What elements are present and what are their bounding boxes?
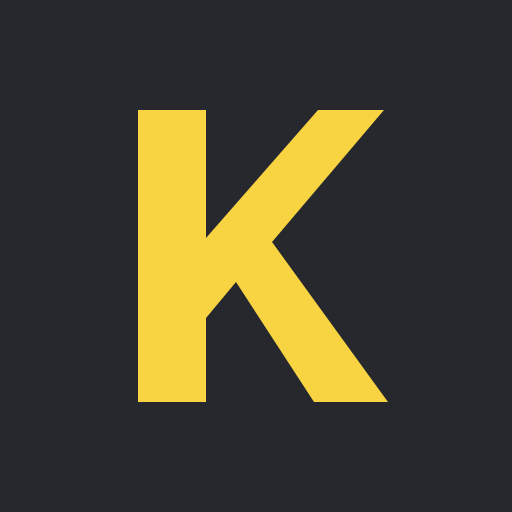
app-icon-tile — [0, 0, 512, 512]
k-letter-mark — [138, 110, 388, 402]
k-letter-logo-icon — [138, 110, 388, 402]
